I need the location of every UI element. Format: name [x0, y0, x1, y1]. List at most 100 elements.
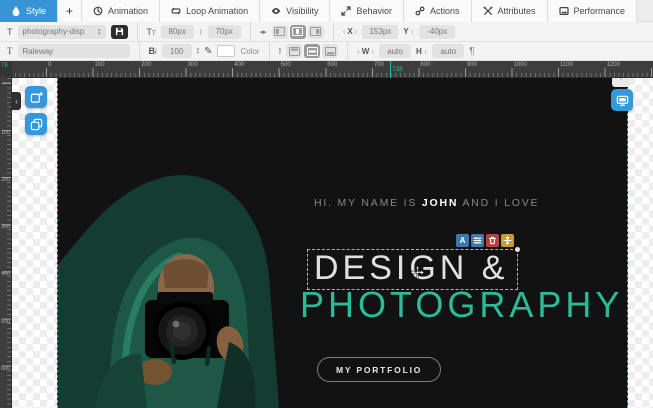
paragraph-icon[interactable]: ¶ [469, 46, 474, 57]
plus-icon: + [66, 4, 73, 18]
tools-icon [483, 6, 493, 16]
trash-icon [488, 236, 497, 245]
tab-label: Style [26, 6, 46, 16]
edit-text-icon: A [460, 236, 466, 245]
h-ruler: 0100200300400500600700800900100011001200… [12, 61, 653, 78]
tab-loop-animation[interactable]: Loop Animation [160, 0, 260, 22]
align-right-button[interactable] [308, 25, 324, 39]
font-family-value: Raleway [23, 47, 54, 56]
tab-label: Animation [108, 6, 148, 16]
my-portfolio-button[interactable]: MY PORTFOLIO [317, 357, 441, 382]
toolbar-divider [250, 22, 251, 41]
selection-handle[interactable] [515, 247, 520, 252]
toolbar-divider [139, 42, 140, 60]
collapse-left-button[interactable]: ‹ [12, 92, 21, 110]
tab-actions[interactable]: Actions [404, 0, 472, 22]
align-top-button[interactable] [286, 44, 302, 58]
font-family-icon: T [7, 46, 13, 56]
h-ruler-label: 0 [48, 62, 51, 68]
height-field[interactable]: auto [432, 44, 464, 58]
line-height-field[interactable]: 70px [208, 25, 241, 39]
delete-button[interactable] [486, 234, 499, 247]
preview-button[interactable] [611, 89, 633, 111]
x-position-label: X [343, 27, 358, 36]
drag-button[interactable] [501, 234, 514, 247]
duplicate-icon [30, 118, 43, 131]
ink-drop-icon [11, 6, 21, 16]
height-value: auto [441, 47, 457, 56]
align-middle-button[interactable] [304, 44, 320, 58]
font-style-value: photography-disp [23, 27, 85, 36]
line-height-icon: ↕ [199, 27, 203, 36]
line-height-value: 70px [215, 27, 232, 36]
monitor-icon [616, 94, 629, 107]
element-mini-toolbar: A [456, 234, 514, 247]
collapse-top-button[interactable]: ˆ [612, 78, 630, 87]
width-label: W [357, 47, 374, 56]
tab-label: Actions [430, 6, 460, 16]
vertical-stepper[interactable]: ▴▾ [279, 47, 282, 55]
v-ruler-label: 100 [1, 130, 10, 136]
tab-label: Attributes [498, 6, 536, 16]
settings-button[interactable] [471, 234, 484, 247]
toolbar-divider [269, 42, 270, 60]
headline-text[interactable]: HI. MY NAME IS JOHN AND I LOVE [314, 197, 539, 209]
font-weight-field[interactable]: 100 [162, 44, 192, 58]
font-size-value: 80px [168, 27, 185, 36]
tab-bar-filler [637, 0, 653, 22]
pen-icon[interactable]: ✎ [204, 46, 212, 57]
x-position-field[interactable]: 153px [362, 25, 398, 39]
edit-text-button[interactable]: A [456, 234, 469, 247]
text-tool-icon: T [7, 27, 13, 37]
h-ruler-label: 400 [234, 62, 244, 68]
settings-icon [473, 236, 482, 245]
drag-icon [503, 236, 512, 245]
toolbar-divider [333, 22, 334, 41]
h-ruler-label: 1200 [607, 62, 620, 68]
tab-behavior[interactable]: Behavior [330, 0, 404, 22]
tab-style[interactable]: Style [0, 0, 58, 22]
move-cursor-icon [411, 266, 424, 279]
align-left-button[interactable] [272, 25, 288, 39]
h-ruler-label: 500 [281, 62, 291, 68]
h-ruler-label: 300 [188, 62, 198, 68]
horizontal-arrows-icon: ◂▸ [260, 28, 267, 36]
expand-icon [341, 6, 351, 16]
h-ruler-label: 200 [141, 62, 151, 68]
ruler-corner: 78 [0, 61, 12, 78]
h-ruler-label: 100 [95, 62, 105, 68]
tab-performance[interactable]: Performance [548, 0, 638, 22]
tab-animation[interactable]: Animation [82, 0, 160, 22]
align-center-button[interactable] [290, 25, 306, 39]
width-value: auto [387, 47, 403, 56]
y-position-label: Y [403, 27, 414, 36]
h-ruler-label: 1100 [560, 62, 573, 68]
tab-attributes[interactable]: Attributes [472, 0, 548, 22]
width-field[interactable]: auto [379, 44, 411, 58]
duplicate-slide-button[interactable] [25, 113, 47, 135]
headline-prefix: HI. MY NAME IS [314, 197, 422, 209]
photographer-photo [58, 148, 310, 408]
v-ruler-label: 400 [1, 271, 10, 277]
vertical-align-group [286, 44, 338, 58]
artboard[interactable]: HI. MY NAME IS JOHN AND I LOVE A DESIGN … [57, 78, 628, 408]
v-ruler: 100200300400500600 [0, 78, 12, 408]
save-font-style-button[interactable] [111, 25, 128, 39]
editor-area: 78 0100200300400500600700800900100011001… [0, 61, 653, 408]
add-slide-button[interactable] [25, 86, 47, 108]
font-size-field[interactable]: 80px [161, 25, 194, 39]
color-label: Color [240, 47, 259, 56]
align-bottom-button[interactable] [322, 44, 338, 58]
font-weight-value: 100 [170, 47, 183, 56]
tab-add[interactable]: + [58, 0, 82, 22]
font-weight-stepper[interactable]: ▴▾ [197, 47, 200, 55]
h-ruler-label: 600 [327, 62, 337, 68]
headline-suffix: AND I LOVE [458, 197, 539, 209]
y-position-field[interactable]: -40px [419, 25, 455, 39]
font-family-field[interactable]: Raleway [18, 44, 130, 58]
font-style-select[interactable]: photography-disp ▴▾ [18, 25, 106, 39]
title-line-2[interactable]: PHOTOGRAPHY [300, 287, 623, 323]
tab-visibility[interactable]: Visibility [260, 0, 330, 22]
link-icon [415, 6, 425, 16]
color-swatch[interactable] [217, 45, 235, 57]
